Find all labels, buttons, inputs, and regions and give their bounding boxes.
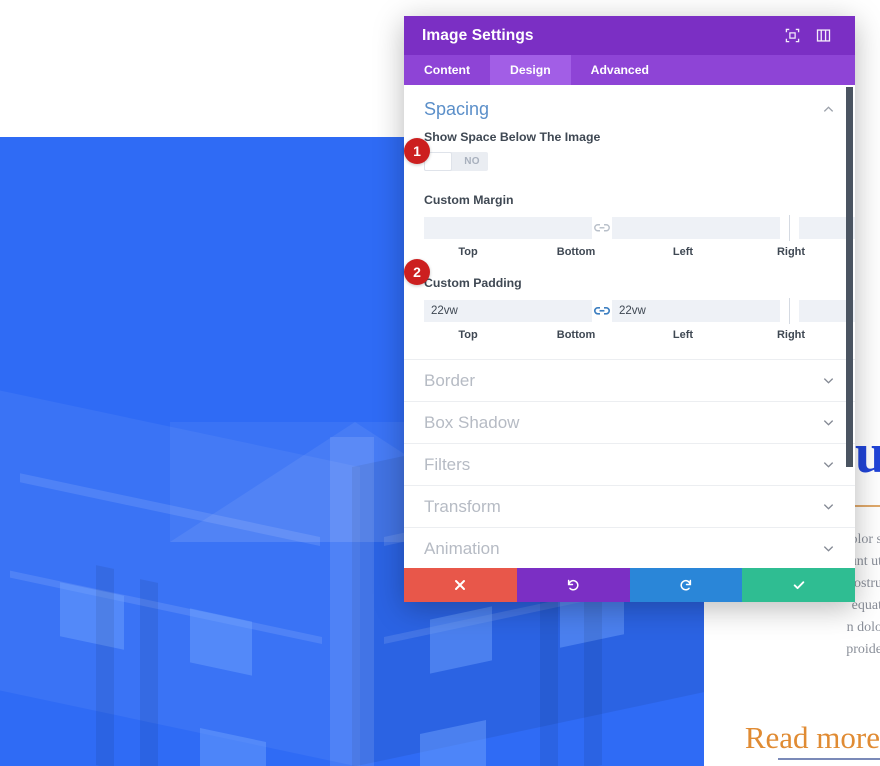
body-line: proide — [846, 642, 880, 657]
accordion-item-box-shadow[interactable]: Box Shadow — [404, 402, 855, 444]
margin-bottom-input[interactable] — [612, 217, 780, 239]
custom-margin-inputs — [424, 215, 855, 241]
screen: ru olor s unt ut ostru equat n dolo proi… — [0, 0, 880, 766]
custom-padding-sublabels: Top Bottom Left Right — [424, 329, 835, 341]
column-left-1 — [96, 565, 114, 766]
accordion-item-transform[interactable]: Transform — [404, 486, 855, 528]
link-active-icon[interactable] — [592, 303, 612, 319]
save-button[interactable] — [742, 568, 855, 602]
margin-left-label: Left — [672, 246, 694, 258]
padding-top-input[interactable] — [424, 300, 592, 322]
redo-button[interactable] — [629, 568, 743, 602]
margin-top-bottom-pair — [424, 217, 780, 239]
modal-scrollbar[interactable] — [846, 87, 853, 467]
custom-padding-inputs — [424, 298, 855, 324]
accordion-label: Animation — [424, 538, 500, 558]
padding-bottom-input[interactable] — [612, 300, 780, 322]
chevron-down-icon[interactable] — [822, 458, 835, 471]
body-line: n dolo — [846, 620, 880, 635]
margin-tb-labels: Top Bottom — [424, 246, 620, 258]
margin-bottom-label: Bottom — [556, 246, 596, 258]
read-more-link[interactable]: Read more — [745, 720, 880, 756]
accordion-item-border[interactable]: Border — [404, 360, 855, 402]
cancel-button[interactable] — [404, 568, 517, 602]
padding-top-label: Top — [458, 329, 478, 341]
custom-margin-sublabels: Top Bottom Left Right — [424, 246, 835, 258]
column-left-2 — [140, 579, 158, 766]
modal-tabs: Content Design Advanced — [404, 55, 855, 85]
chevron-down-icon[interactable] — [822, 416, 835, 429]
show-space-toggle-row: NO — [424, 152, 835, 171]
expand-icon[interactable] — [785, 28, 800, 43]
padding-bottom-label: Bottom — [556, 329, 596, 341]
accordion-label: Box Shadow — [424, 412, 520, 432]
chevron-down-icon[interactable] — [822, 542, 835, 555]
accordion-label: Border — [424, 370, 476, 390]
panel-layout-icon[interactable] — [816, 28, 831, 43]
tab-advanced[interactable]: Advanced — [571, 55, 669, 85]
step-badge-2: 2 — [404, 259, 430, 285]
undo-button[interactable] — [516, 568, 630, 602]
link-icon[interactable] — [592, 220, 612, 236]
step-badge-1: 1 — [404, 138, 430, 164]
spacing-section-title: Spacing — [424, 99, 490, 119]
modal-body: Spacing Show Space Below The Image NO Cu… — [404, 85, 855, 568]
custom-margin-label: Custom Margin — [424, 193, 514, 207]
spacing-fields: Show Space Below The Image NO Custom Mar… — [404, 130, 855, 341]
margin-lr-labels: Left Right — [639, 246, 835, 258]
margin-right-label: Right — [776, 246, 806, 258]
padding-right-label: Right — [776, 329, 806, 341]
settings-accordion: Border Box Shadow Filters Transform Anim… — [404, 359, 855, 568]
show-space-toggle[interactable]: NO — [424, 152, 488, 171]
spacing-section-header[interactable]: Spacing — [404, 85, 855, 130]
accordion-label: Transform — [424, 496, 501, 516]
undo-icon — [568, 579, 579, 591]
padding-tb-labels: Top Bottom — [424, 329, 620, 341]
building-corner-edge — [330, 437, 374, 766]
custom-margin-block: Custom Margin Top Bottom Left Right — [424, 193, 855, 258]
image-settings-modal: Image Settings Content Design Advanced S… — [404, 16, 855, 602]
settings-scroll-area: Spacing Show Space Below The Image NO Cu… — [404, 85, 855, 568]
chevron-down-icon[interactable] — [822, 374, 835, 387]
chevron-up-icon[interactable] — [822, 103, 835, 116]
padding-divider — [789, 298, 790, 324]
modal-footer — [404, 568, 855, 602]
tab-content[interactable]: Content — [404, 55, 490, 85]
padding-lr-labels: Left Right — [639, 329, 835, 341]
custom-padding-block: Custom Padding 22vw 22vw Top Bottom Left… — [424, 276, 855, 341]
modal-title: Image Settings — [422, 26, 534, 44]
toggle-value: NO — [464, 156, 480, 167]
accordion-item-animation[interactable]: Animation — [404, 528, 855, 568]
accordion-label: Filters — [424, 454, 471, 474]
chevron-down-icon[interactable] — [822, 500, 835, 513]
show-space-label: Show Space Below The Image — [424, 130, 601, 144]
padding-top-bottom-pair — [424, 300, 780, 322]
read-more-underline — [778, 758, 880, 760]
redo-icon — [680, 579, 691, 591]
column-right-1 — [540, 579, 558, 766]
margin-divider — [789, 215, 790, 241]
accordion-item-filters[interactable]: Filters — [404, 444, 855, 486]
close-icon — [455, 580, 466, 590]
margin-top-label: Top — [458, 246, 478, 258]
modal-header: Image Settings — [404, 16, 855, 55]
tab-design[interactable]: Design — [490, 55, 571, 85]
modal-header-actions — [785, 28, 843, 43]
padding-left-label: Left — [672, 329, 694, 341]
custom-padding-label: Custom Padding — [424, 276, 522, 290]
margin-top-input[interactable] — [424, 217, 592, 239]
check-icon — [793, 581, 804, 590]
